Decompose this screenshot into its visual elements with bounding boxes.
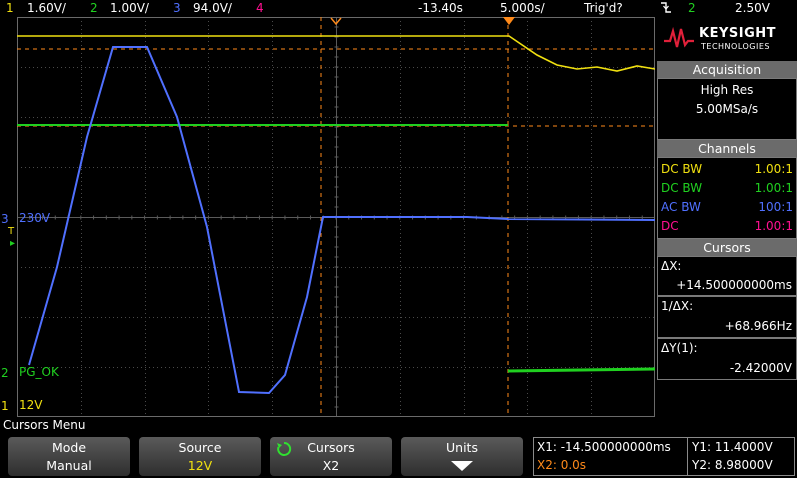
trigger-level-arrow-icon: ▸ <box>10 238 16 249</box>
brand-name: KEYSIGHT <box>699 26 776 41</box>
dx-box: ΔX: +14.500000000ms <box>657 256 797 296</box>
channels-header[interactable]: Channels <box>657 140 797 157</box>
ch2-number[interactable]: 2 <box>90 1 98 15</box>
falling-edge-icon <box>660 0 672 18</box>
ch2-ground-marker[interactable]: 2 <box>1 366 9 380</box>
menu-title: Cursors Menu <box>3 418 86 432</box>
mode-softkey[interactable]: Mode Manual <box>8 437 130 476</box>
acquisition-mode: High Res <box>700 83 754 97</box>
ch1-label: 12V <box>19 398 43 412</box>
sample-rate: 5.00MSa/s <box>695 102 759 116</box>
ch1-scale[interactable]: 1.60V/ <box>27 1 66 15</box>
status-bar: 1 1.60V/ 2 1.00V/ 3 94.0V/ 4 -13.40s 5.0… <box>0 0 797 17</box>
keysight-logo: KEYSIGHT TECHNOLOGIES <box>657 17 797 61</box>
mode-label: Mode <box>51 440 87 455</box>
timebase[interactable]: 5.000s/ <box>500 1 545 15</box>
trigger-level[interactable]: 2.50V <box>735 1 770 15</box>
keysight-wave-icon <box>664 27 694 48</box>
y2-readout: Y2: 8.98000V <box>692 458 773 472</box>
units-label: Units <box>446 440 478 455</box>
horizontal-delay[interactable]: -13.40s <box>418 1 463 15</box>
submenu-arrow-icon <box>451 461 473 471</box>
acquisition-box[interactable]: High Res 5.00MSa/s <box>657 78 797 140</box>
ch3-label: 230V <box>19 211 51 225</box>
mode-value: Manual <box>46 458 92 473</box>
ch1-trigger-marker-icon: T <box>8 226 15 237</box>
dy-label: ΔY(1): <box>661 341 698 355</box>
ch1-ground-marker[interactable]: 1 <box>1 399 9 413</box>
trigger-source[interactable]: 2 <box>688 1 696 15</box>
brand-sub: TECHNOLOGIES <box>701 42 770 51</box>
ch4-row: DC 1.00:1 <box>661 219 793 233</box>
ch3-row: AC BW 100:1 <box>661 200 793 214</box>
dy-box: ΔY(1): -2.42000V <box>657 338 797 380</box>
cursors-header[interactable]: Cursors <box>657 239 797 256</box>
source-value: 12V <box>187 458 213 473</box>
ch1-row: DC BW 1.00:1 <box>661 162 793 176</box>
acquisition-header[interactable]: Acquisition <box>657 61 797 78</box>
readout-divider <box>687 438 688 475</box>
channels-box[interactable]: DC BW 1.00:1 DC BW 1.00:1 AC BW 100:1 DC 1.0… <box>657 157 797 239</box>
cursors-value: X2 <box>322 458 340 473</box>
ch3-scale[interactable]: 94.0V/ <box>193 1 232 15</box>
x1-readout: X1: -14.500000000ms <box>537 440 671 454</box>
source-label: Source <box>178 440 222 455</box>
cursor-x2-marker-icon[interactable] <box>503 17 515 26</box>
dy-value: -2.42000V <box>729 361 792 375</box>
y1-readout: Y1: 11.4000V <box>692 440 773 454</box>
x2-readout: X2: 0.0s <box>537 458 587 472</box>
inv-dx-label: 1/ΔX: <box>661 299 694 313</box>
waveform-display[interactable] <box>17 17 655 417</box>
inv-dx-value: +68.966Hz <box>724 319 792 333</box>
dx-value: +14.500000000ms <box>676 278 792 292</box>
cursors-softkey[interactable]: Cursors X2 <box>270 437 392 476</box>
trigger-status: Trig'd? <box>584 1 623 15</box>
dx-label: ΔX: <box>661 259 682 273</box>
trigger-position-icon[interactable] <box>330 17 342 26</box>
source-softkey[interactable]: Source 12V <box>139 437 261 476</box>
ch2-scale[interactable]: 1.00V/ <box>110 1 149 15</box>
ch2-label: PG_OK <box>19 365 59 379</box>
ch3-trace <box>28 46 655 395</box>
ch3-number[interactable]: 3 <box>173 1 181 15</box>
ch2-trace-low <box>507 367 655 373</box>
ch1-number[interactable]: 1 <box>6 1 14 15</box>
side-panel: KEYSIGHT TECHNOLOGIES Acquisition High R… <box>657 17 797 417</box>
ch3-ground-marker[interactable]: 3 <box>1 212 9 226</box>
ch4-number[interactable]: 4 <box>256 1 264 15</box>
inv-dx-box: 1/ΔX: +68.966Hz <box>657 296 797 338</box>
cursors-label: Cursors <box>307 440 355 455</box>
ch2-row: DC BW 1.00:1 <box>661 181 793 195</box>
cursor-readout: X1: -14.500000000ms X2: 0.0s Y1: 11.4000… <box>533 437 795 476</box>
units-softkey[interactable]: Units <box>401 437 523 476</box>
